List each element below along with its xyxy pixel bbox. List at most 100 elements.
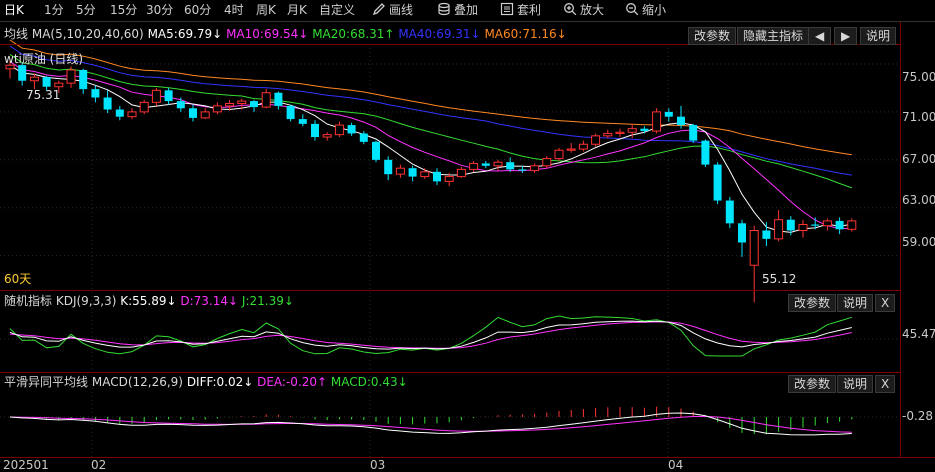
x-tick-202501: 202501 [3,458,49,472]
candle-body [749,229,759,266]
candle [139,99,149,115]
low-price-marker: 55.12 [762,272,797,286]
ma5-value: MA5:69.79↓ [147,27,223,41]
candle-body [274,92,283,106]
candle [115,105,124,121]
candle [200,108,210,120]
candle [481,161,490,169]
macd-close-button[interactable]: X [875,375,896,393]
kdj-change-params-button[interactable]: 改参数 [788,294,837,312]
candle [189,104,197,122]
candle-body [469,162,479,170]
candle-body [762,230,771,239]
candle-body [433,171,441,182]
y-axis-border [900,22,901,458]
candle [127,108,137,120]
candle [689,123,698,144]
macd-change-params-button[interactable]: 改参数 [788,375,837,393]
candle-body [493,161,503,167]
kdj-label: 随机指标 [4,294,53,308]
ma-name: MA(5,10,20,40,60) [31,27,144,41]
x-tick-mar: 03 [370,458,386,472]
candle [261,89,271,109]
main-change-params-button[interactable]: 改参数 [688,27,737,45]
candle-body [91,89,100,98]
candle-body [359,133,368,142]
candle-body [79,69,88,90]
candle-body [164,90,173,102]
candle-body [42,77,51,87]
candle-body [18,65,27,81]
candle [615,128,625,138]
candle [652,108,662,134]
candle-body [372,141,380,160]
candle [701,139,710,167]
candle-body [212,105,222,113]
candle-body [237,100,247,105]
candle-body [408,168,417,177]
candle-body [456,168,466,178]
candle [322,132,332,141]
candle-body [554,149,564,160]
macd-help-button[interactable]: 说明 [837,375,874,393]
y-tick-63: 63.00 [902,193,935,207]
kdj-help-button[interactable]: 说明 [837,294,874,312]
moving-average-lines [9,39,852,233]
candle-body [578,143,588,150]
kdj-y-tick: 45.47 [902,327,935,341]
ma60-value: MA60:71.16↓ [484,27,567,41]
candle [822,218,832,231]
candle [274,91,283,110]
candle-body [127,111,137,118]
prev-indicator-button[interactable]: ◀ [808,27,832,45]
chart-title: wti原油 (日线) [4,52,84,66]
price-chart[interactable] [0,0,935,472]
candle [713,162,722,205]
candle [66,66,76,88]
candle-body [286,105,295,120]
candle-body [54,82,64,88]
candle-body [189,108,197,118]
candle [420,168,430,179]
candle-body [334,124,344,136]
candle-body [261,92,271,108]
candle [311,120,319,141]
candle [603,129,613,139]
candle-body [250,101,258,108]
candle [176,97,185,112]
candle-body [298,119,307,124]
main-help-button[interactable]: 说明 [860,27,897,45]
next-indicator-button[interactable]: ▶ [834,27,858,45]
ma10-line [9,61,852,230]
candle-body [347,125,356,134]
candle [762,222,771,247]
candle [103,90,112,114]
candle-body [786,219,795,231]
candle-body [115,109,124,117]
candle [79,68,88,94]
ma20-value: MA20:68.31↑ [312,27,395,41]
candle [664,108,673,122]
candle-body [566,148,576,151]
macd-name: MACD(12,26,9) [91,375,183,389]
candle-body [652,111,662,132]
candle [530,163,540,173]
candle-body [444,176,454,182]
candle-body [615,131,625,134]
ma10-value: MA10:69.54↓ [226,27,309,41]
candle [334,121,344,138]
candle-body [713,164,722,201]
candle-body [29,76,39,82]
hide-main-indicator-button[interactable]: 隐藏主指标 [737,27,810,45]
high-price-marker: 75.31 [26,88,61,102]
ma-label: 均线 [4,27,29,41]
ma60-line [9,39,852,156]
candle [164,87,173,105]
period-count-label: 60天 [4,272,32,286]
candle-body [395,167,405,175]
kdj-close-button[interactable]: X [875,294,896,312]
candle [469,161,479,172]
kdj-name: KDJ(9,3,3) [55,294,117,308]
kdj-j-value: J:21.39↓ [241,294,294,308]
candle [725,196,734,229]
